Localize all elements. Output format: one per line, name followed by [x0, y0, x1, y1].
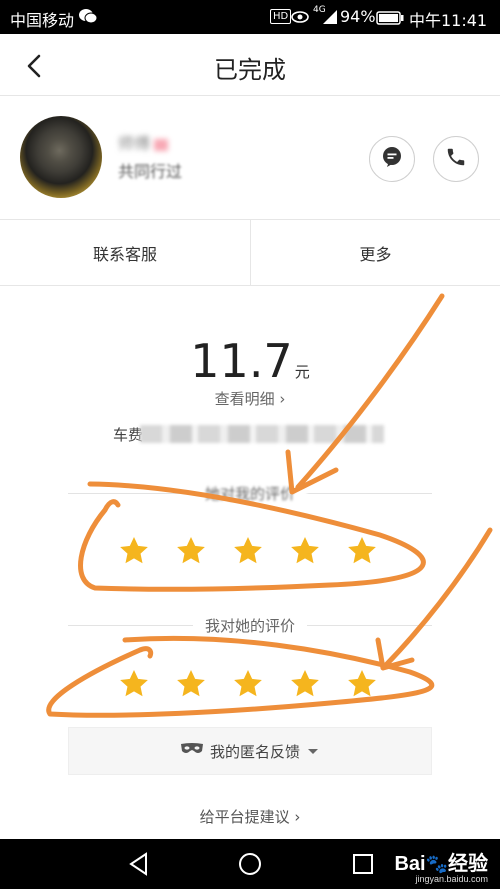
nav-back-icon[interactable]	[126, 851, 152, 877]
baidu-jingyan-watermark: Bai🐾经验 jingyan.baidu.com	[394, 853, 488, 884]
fee-details-blurred	[140, 425, 384, 443]
carrier-name: 中国移动	[10, 11, 75, 30]
call-button[interactable]	[433, 136, 479, 182]
battery-icon	[376, 10, 404, 29]
status-bar: 中国移动 HD 4G 94% 中午11:41	[0, 0, 500, 34]
star-icon	[177, 537, 205, 564]
driver-name: 师傅	[118, 130, 169, 154]
message-button[interactable]	[369, 136, 415, 182]
anonymous-feedback-button[interactable]: 我的匿名反馈	[68, 727, 432, 775]
my-rating-stars[interactable]	[118, 668, 378, 700]
action-row: 联系客服 更多	[0, 220, 500, 286]
battery-percent: 94%	[340, 7, 376, 26]
nav-home-icon[interactable]	[237, 851, 263, 877]
wechat-icon	[78, 8, 98, 28]
avatar	[20, 116, 102, 198]
eye-comfort-icon	[291, 9, 309, 28]
annotation-arrow	[375, 527, 493, 671]
star-icon[interactable]	[175, 668, 207, 700]
fare-unit: 元	[294, 363, 310, 381]
star-icon	[120, 537, 148, 564]
signal-icon	[323, 9, 337, 28]
fee-prefix: 车费	[113, 426, 144, 444]
phone-icon	[445, 146, 467, 172]
page-title: 已完成	[214, 56, 286, 84]
mask-icon	[180, 742, 204, 760]
star-icon[interactable]	[346, 668, 378, 700]
driver-subtitle: 共同行过	[118, 162, 183, 181]
fare-value: 11.7	[190, 334, 293, 388]
hd-icon: HD	[270, 9, 292, 24]
contact-service-button[interactable]: 联系客服	[0, 220, 250, 286]
their-rating-stars	[118, 535, 378, 567]
caret-down-icon	[306, 742, 320, 760]
star-icon	[234, 537, 262, 564]
nav-header: 已完成	[0, 34, 500, 96]
fare-amount: 11.7 元	[0, 334, 500, 388]
star-icon	[291, 537, 319, 564]
more-button[interactable]: 更多	[251, 220, 500, 286]
star-icon[interactable]	[118, 668, 150, 700]
my-rating-label: 我对她的评价	[0, 615, 500, 636]
clock: 中午11:41	[409, 11, 488, 30]
star-icon	[348, 537, 376, 564]
view-detail-link[interactable]: 查看明细 ›	[0, 388, 500, 409]
their-rating-label: 她对我的评价	[0, 483, 500, 504]
star-icon[interactable]	[232, 668, 264, 700]
suggest-link[interactable]: 给平台提建议 ›	[0, 806, 500, 827]
system-nav-bar: Bai🐾经验 jingyan.baidu.com	[0, 839, 500, 889]
star-icon[interactable]	[289, 668, 321, 700]
feedback-label: 我的匿名反馈	[209, 742, 300, 761]
chat-bubble-icon	[381, 146, 403, 172]
nav-recent-icon[interactable]	[350, 851, 376, 877]
